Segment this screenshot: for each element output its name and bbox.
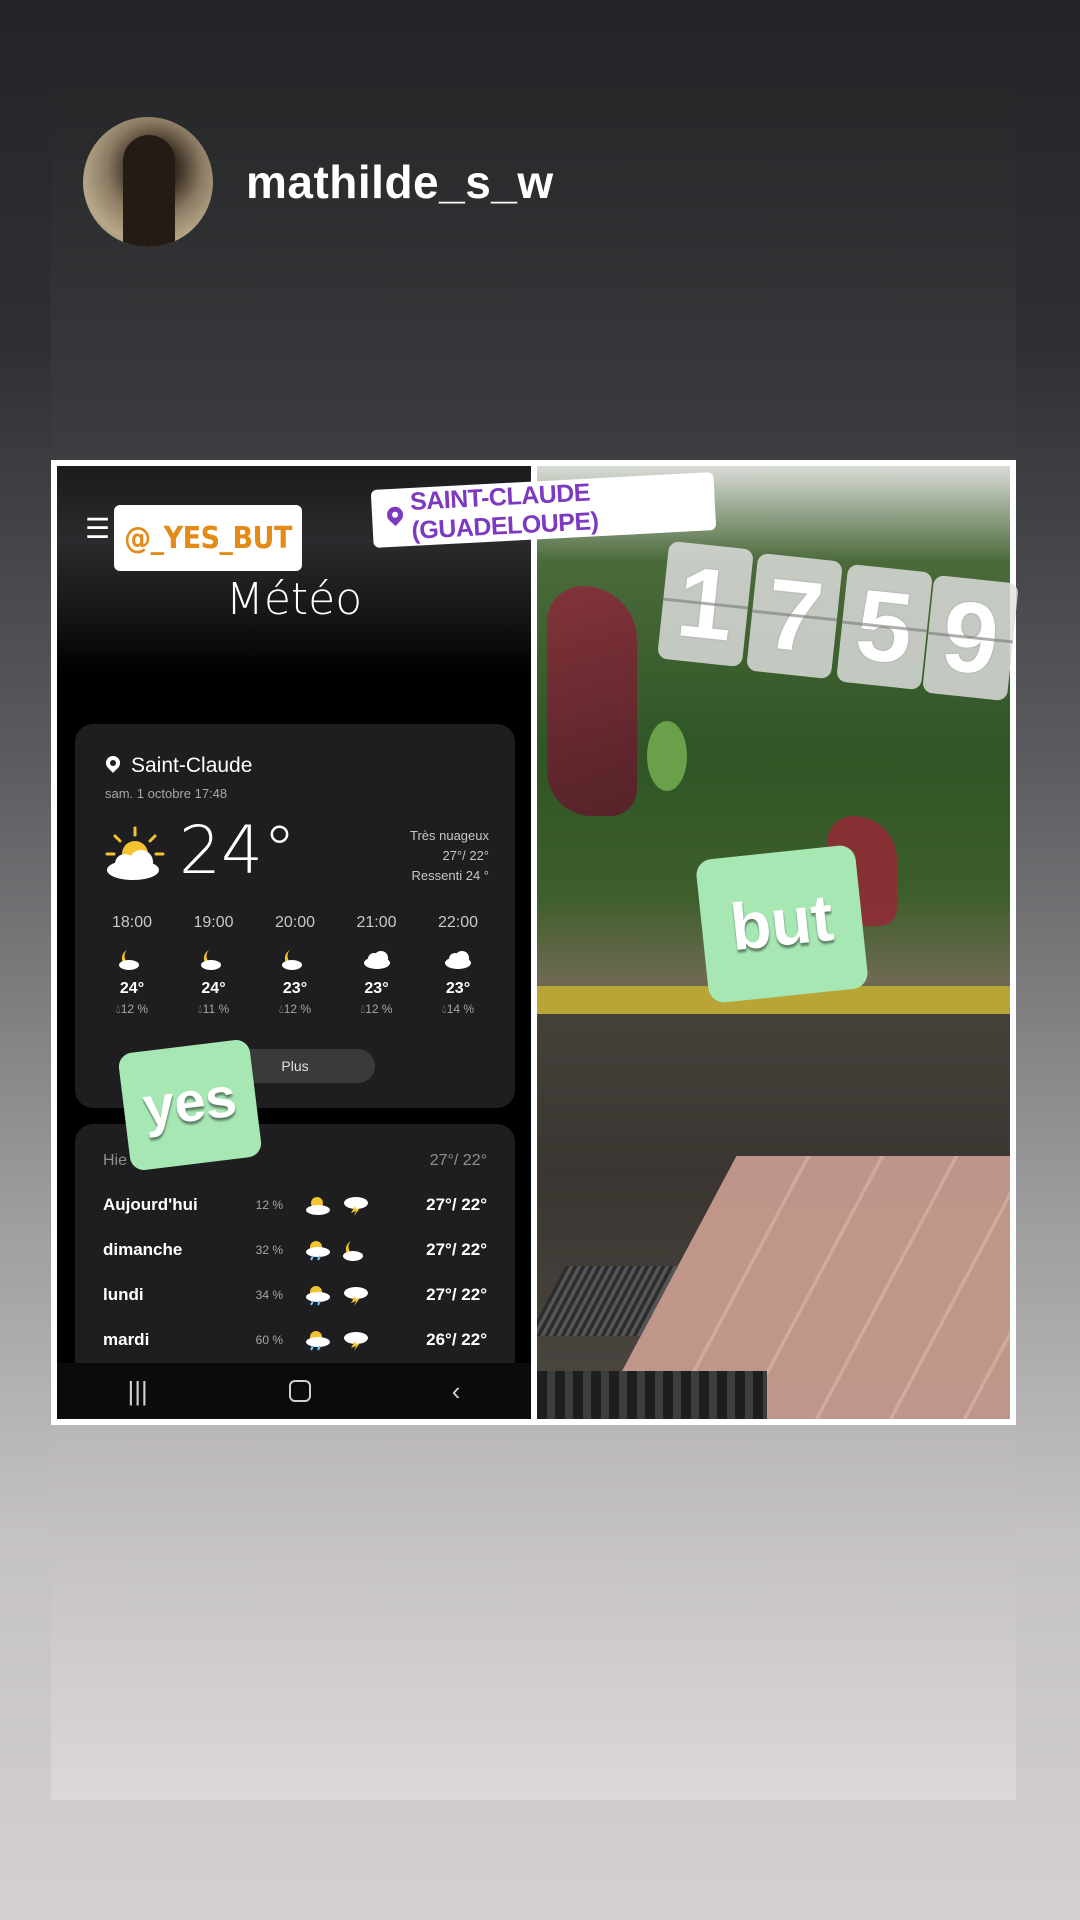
android-nav-bar: ||| ‹ bbox=[57, 1363, 531, 1419]
day-temps: 27°/ 22° bbox=[426, 1285, 487, 1304]
thunder-cloud-icon bbox=[344, 1197, 368, 1216]
hour-precip: 💧︎12 % bbox=[360, 1002, 393, 1016]
hour-precip: 💧︎14 % bbox=[441, 1002, 475, 1016]
red-plant bbox=[547, 586, 637, 816]
thunder-cloud-icon bbox=[344, 1332, 368, 1351]
username[interactable]: mathilde_s_w bbox=[246, 155, 554, 209]
day-name: dimanche bbox=[103, 1240, 183, 1259]
current-temperature: 24° bbox=[179, 812, 296, 889]
day-temps: 26°/ 22° bbox=[426, 1330, 487, 1349]
weather-screenshot: ☰ Météo Saint-Claude sam. 1 octobre 17:4… bbox=[57, 466, 531, 1419]
clock-digit: 7 bbox=[746, 552, 843, 680]
moon-partly-cloudy-icon bbox=[343, 1241, 363, 1261]
daily-header-label: Hie bbox=[103, 1152, 128, 1169]
daily-row[interactable]: lundi 34 % 27°/ 22° bbox=[103, 1280, 487, 1310]
door-mat bbox=[537, 1371, 767, 1419]
hour-item: 21:00 23° 💧︎12 % bbox=[338, 914, 416, 1017]
cloud-icon bbox=[363, 951, 390, 969]
hour-temp: 23° bbox=[282, 980, 308, 997]
clock-digit: 5 bbox=[836, 563, 933, 691]
sun-cloud-icon bbox=[306, 1197, 330, 1215]
hour-precip: 💧︎12 % bbox=[115, 1002, 149, 1016]
day-name: Aujourd'hui bbox=[103, 1195, 198, 1214]
green-leaf bbox=[647, 721, 687, 791]
current-weather-card: Saint-Claude sam. 1 octobre 17:48 24° Tr… bbox=[75, 724, 515, 1108]
thunder-cloud-icon bbox=[344, 1287, 368, 1306]
high-low: 27°/ 22° bbox=[442, 848, 489, 863]
sun-rain-cloud-icon bbox=[306, 1241, 330, 1261]
hour-time: 20:00 bbox=[274, 914, 316, 931]
hour-item: 20:00 23° 💧︎12 % bbox=[256, 914, 334, 1017]
hour-temp: 24° bbox=[201, 980, 226, 997]
avatar[interactable] bbox=[83, 117, 213, 247]
back-icon[interactable]: ‹ bbox=[452, 1376, 461, 1407]
home-icon[interactable] bbox=[288, 1380, 311, 1402]
moon-partly-cloudy-icon bbox=[119, 950, 139, 970]
daily-row[interactable]: Aujourd'hui 12 % 27°/ 22° bbox=[103, 1190, 487, 1220]
sun-rain-cloud-icon bbox=[306, 1331, 330, 1351]
clock-digit: 9 bbox=[922, 574, 1019, 702]
app-title: Météo bbox=[225, 574, 363, 625]
moon-partly-cloudy-icon bbox=[200, 950, 221, 970]
clock-digit: 1 bbox=[657, 540, 754, 668]
time-sticker[interactable]: 1 7 5 9 bbox=[657, 535, 1019, 725]
day-precip: 34 % bbox=[255, 1288, 283, 1302]
sun-cloud-icon bbox=[105, 826, 165, 880]
location-pin-icon bbox=[386, 506, 402, 529]
location-pin-icon bbox=[105, 756, 121, 776]
sun-rain-cloud-icon bbox=[306, 1286, 330, 1306]
hour-item: 18:00 24° 💧︎12 % bbox=[93, 914, 171, 1017]
moon-partly-cloudy-icon bbox=[282, 950, 302, 970]
condition-text: Très nuageux bbox=[409, 828, 489, 843]
hamburger-menu-icon[interactable]: ☰ bbox=[85, 512, 110, 545]
daily-header-temps: 27°/ 22° bbox=[429, 1152, 487, 1169]
day-temps: 27°/ 22° bbox=[426, 1195, 487, 1214]
daily-row[interactable]: mardi 60 % 26°/ 22° bbox=[103, 1325, 487, 1355]
day-precip: 32 % bbox=[255, 1243, 283, 1257]
story-header: mathilde_s_w bbox=[83, 117, 554, 247]
hour-temp: 23° bbox=[445, 980, 471, 997]
day-name: mardi bbox=[103, 1330, 150, 1349]
yes-sticker[interactable]: yes bbox=[117, 1038, 263, 1172]
day-precip: 60 % bbox=[255, 1333, 283, 1347]
hour-precip: 💧︎12 % bbox=[278, 1002, 312, 1016]
date-time: sam. 1 octobre 17:48 bbox=[105, 786, 228, 801]
hour-item: 22:00 23° 💧︎14 % bbox=[419, 914, 497, 1017]
hourly-forecast[interactable]: 18:00 24° 💧︎12 % 19:00 24° 💧︎11 % 20:00 … bbox=[93, 914, 497, 1017]
hour-time: 18:00 bbox=[111, 914, 153, 931]
hour-precip: 💧︎11 % bbox=[197, 1002, 230, 1016]
location-name: Saint-Claude bbox=[131, 754, 253, 777]
feels-like: Ressenti 24 ° bbox=[411, 868, 489, 883]
hour-time: 21:00 bbox=[356, 914, 397, 931]
condition-block: Très nuageux 27°/ 22° Ressenti 24 ° bbox=[410, 826, 489, 886]
daily-row[interactable]: dimanche 32 % 27°/ 22° bbox=[103, 1235, 487, 1265]
hour-time: 19:00 bbox=[193, 914, 234, 931]
cloud-icon bbox=[445, 951, 471, 969]
recent-apps-icon[interactable]: ||| bbox=[128, 1376, 148, 1407]
hour-time: 22:00 bbox=[437, 914, 479, 931]
day-precip: 12 % bbox=[255, 1198, 283, 1212]
hour-item: 19:00 24° 💧︎11 % bbox=[175, 914, 253, 1017]
day-temps: 27°/ 22° bbox=[426, 1240, 487, 1259]
but-sticker[interactable]: but bbox=[694, 844, 870, 1004]
day-name: lundi bbox=[103, 1285, 144, 1304]
hour-temp: 24° bbox=[119, 980, 145, 997]
hour-temp: 23° bbox=[364, 980, 389, 997]
mention-sticker[interactable]: @_YES_BUT bbox=[114, 505, 302, 571]
